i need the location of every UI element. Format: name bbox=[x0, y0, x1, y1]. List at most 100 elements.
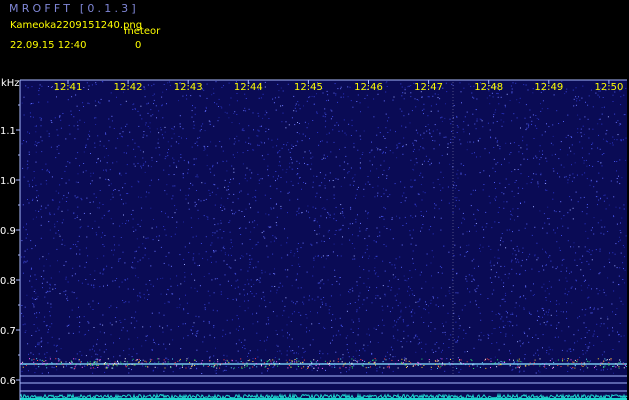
noise-speck bbox=[576, 265, 578, 266]
noise-speck bbox=[566, 317, 568, 319]
signal-speck bbox=[349, 365, 351, 367]
noise-speck bbox=[475, 291, 477, 293]
noise-speck bbox=[150, 265, 152, 267]
noise-speck bbox=[510, 313, 512, 315]
noise-speck bbox=[196, 335, 197, 337]
noise-speck bbox=[69, 133, 71, 135]
noise-speck bbox=[234, 141, 236, 143]
noise-speck bbox=[456, 132, 458, 133]
noise-speck bbox=[623, 335, 625, 337]
frequency-tick-label: 1.1 bbox=[0, 126, 16, 137]
noise-speck bbox=[522, 153, 524, 155]
signal-speck bbox=[172, 358, 173, 360]
noise-speck bbox=[253, 129, 254, 131]
noise-speck bbox=[209, 357, 211, 359]
noise-speck bbox=[604, 226, 606, 228]
noise-speck bbox=[216, 369, 217, 371]
signal-speck bbox=[162, 363, 164, 365]
noise-speck bbox=[503, 201, 505, 203]
noise-speck bbox=[295, 303, 297, 305]
noise-speck bbox=[261, 125, 262, 127]
noise-speck bbox=[353, 146, 355, 148]
noise-speck bbox=[392, 99, 394, 101]
noise-speck bbox=[218, 117, 220, 119]
noise-speck bbox=[78, 326, 80, 328]
noise-speck bbox=[226, 263, 228, 265]
noise-speck bbox=[263, 158, 265, 160]
noise-speck bbox=[562, 311, 564, 313]
noise-speck bbox=[464, 255, 466, 257]
noise-speck-bright bbox=[333, 186, 335, 188]
noise-speck bbox=[316, 242, 318, 244]
noise-speck bbox=[35, 131, 37, 133]
signal-speck bbox=[93, 360, 95, 362]
signal-speck bbox=[329, 360, 331, 362]
noise-speck bbox=[507, 321, 509, 323]
noise-speck bbox=[193, 253, 195, 255]
noise-speck bbox=[168, 264, 170, 266]
noise-speck bbox=[132, 139, 134, 141]
signal-speck bbox=[303, 366, 305, 368]
noise-speck-bright bbox=[115, 321, 117, 323]
noise-speck bbox=[471, 260, 473, 262]
noise-speck bbox=[380, 196, 382, 197]
noise-speck bbox=[602, 97, 604, 98]
noise-speck bbox=[389, 229, 391, 231]
noise-speck bbox=[480, 319, 482, 321]
noise-speck bbox=[527, 256, 529, 258]
signal-speck bbox=[509, 359, 511, 361]
noise-speck bbox=[151, 349, 153, 351]
noise-speck bbox=[533, 283, 534, 285]
noise-speck-bright bbox=[475, 223, 477, 224]
noise-speck bbox=[625, 137, 627, 139]
noise-speck bbox=[596, 180, 598, 182]
signal-speck bbox=[49, 358, 51, 360]
noise-speck bbox=[192, 236, 194, 238]
signal-speck bbox=[29, 358, 30, 360]
noise-speck bbox=[309, 295, 310, 297]
noise-speck bbox=[573, 177, 575, 179]
time-tick-label: 12:50 bbox=[594, 82, 623, 93]
noise-speck bbox=[367, 367, 368, 369]
signal-speck bbox=[115, 364, 117, 366]
noise-speck bbox=[616, 170, 617, 172]
noise-speck bbox=[608, 204, 610, 206]
noise-speck bbox=[261, 298, 262, 300]
signal-speck bbox=[373, 362, 375, 364]
noise-speck bbox=[535, 372, 537, 374]
noise-speck bbox=[252, 196, 254, 198]
noise-speck bbox=[85, 147, 87, 148]
noise-speck bbox=[320, 280, 322, 282]
noise-speck bbox=[544, 290, 546, 292]
noise-speck bbox=[530, 313, 532, 315]
noise-speck bbox=[203, 145, 205, 147]
noise-speck bbox=[404, 216, 406, 218]
noise-speck bbox=[200, 200, 202, 202]
noise-speck bbox=[26, 260, 28, 262]
signal-speck bbox=[74, 363, 76, 365]
noise-speck bbox=[79, 321, 81, 323]
noise-speck bbox=[154, 362, 156, 364]
noise-speck bbox=[158, 343, 160, 345]
noise-speck bbox=[267, 336, 268, 338]
noise-speck bbox=[491, 333, 493, 335]
noise-speck bbox=[194, 201, 196, 203]
noise-speck bbox=[526, 259, 528, 261]
noise-speck bbox=[185, 194, 187, 196]
noise-speck bbox=[112, 196, 114, 198]
noise-speck bbox=[311, 369, 313, 371]
noise-speck bbox=[503, 343, 505, 345]
signal-speck bbox=[269, 359, 271, 361]
frequency-tick-label: 0.6 bbox=[0, 376, 16, 387]
noise-speck bbox=[548, 126, 550, 128]
noise-speck bbox=[571, 302, 573, 304]
noise-speck-bright bbox=[193, 322, 195, 324]
noise-speck bbox=[527, 158, 529, 160]
noise-speck bbox=[248, 221, 250, 223]
signal-speck bbox=[126, 361, 128, 363]
noise-speck bbox=[377, 325, 379, 326]
noise-speck bbox=[244, 284, 246, 286]
noise-speck bbox=[213, 88, 214, 90]
noise-speck bbox=[400, 83, 402, 85]
noise-speck bbox=[408, 85, 410, 87]
